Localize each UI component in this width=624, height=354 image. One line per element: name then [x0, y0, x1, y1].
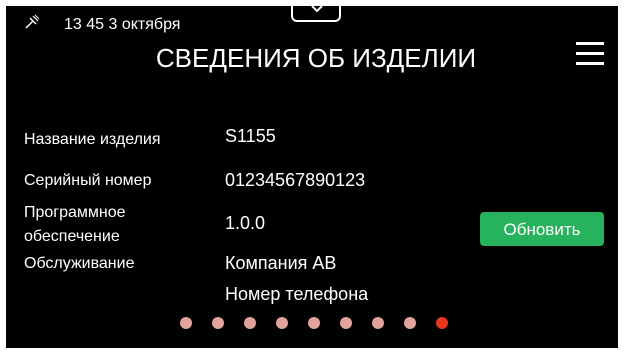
satellite-signal-icon	[24, 14, 40, 30]
page-dot[interactable]	[276, 317, 288, 329]
page-dot[interactable]	[372, 317, 384, 329]
service-label: Обслуживание	[24, 255, 135, 272]
page-title: СВЕДЕНИЯ ОБ ИЗДЕЛИИ	[155, 43, 477, 73]
product-name-value: S1155	[225, 126, 276, 146]
page-dot[interactable]	[404, 317, 416, 329]
service-phone-value: Номер телефона	[225, 284, 369, 304]
time-date: 13 45 3 октября	[64, 16, 181, 33]
page-dot[interactable]	[308, 317, 320, 329]
page-dot[interactable]	[180, 317, 192, 329]
page-dot[interactable]	[244, 317, 256, 329]
page-dot[interactable]	[340, 317, 352, 329]
device-screen: 13 45 3 октября СВЕДЕНИЯ ОБ ИЗДЕЛИИ Назв…	[6, 6, 618, 348]
product-name-label: Название изделия	[24, 131, 161, 148]
pull-down-tab[interactable]	[291, 6, 341, 22]
page-dot[interactable]	[212, 317, 224, 329]
software-version-value: 1.0.0	[225, 213, 266, 233]
hamburger-menu-icon[interactable]	[576, 42, 604, 66]
page-indicator	[180, 317, 450, 331]
service-company-value: Компания АВ	[225, 253, 337, 273]
page-dot-active[interactable]	[436, 317, 448, 329]
software-label-line1: Программное	[24, 204, 126, 221]
update-button[interactable]: Обновить	[480, 212, 604, 246]
serial-number-label: Серийный номер	[24, 172, 152, 189]
software-label-line2: обеспечение	[24, 228, 120, 245]
serial-number-value: 01234567890123	[225, 170, 366, 190]
chevron-down-icon	[311, 6, 323, 13]
